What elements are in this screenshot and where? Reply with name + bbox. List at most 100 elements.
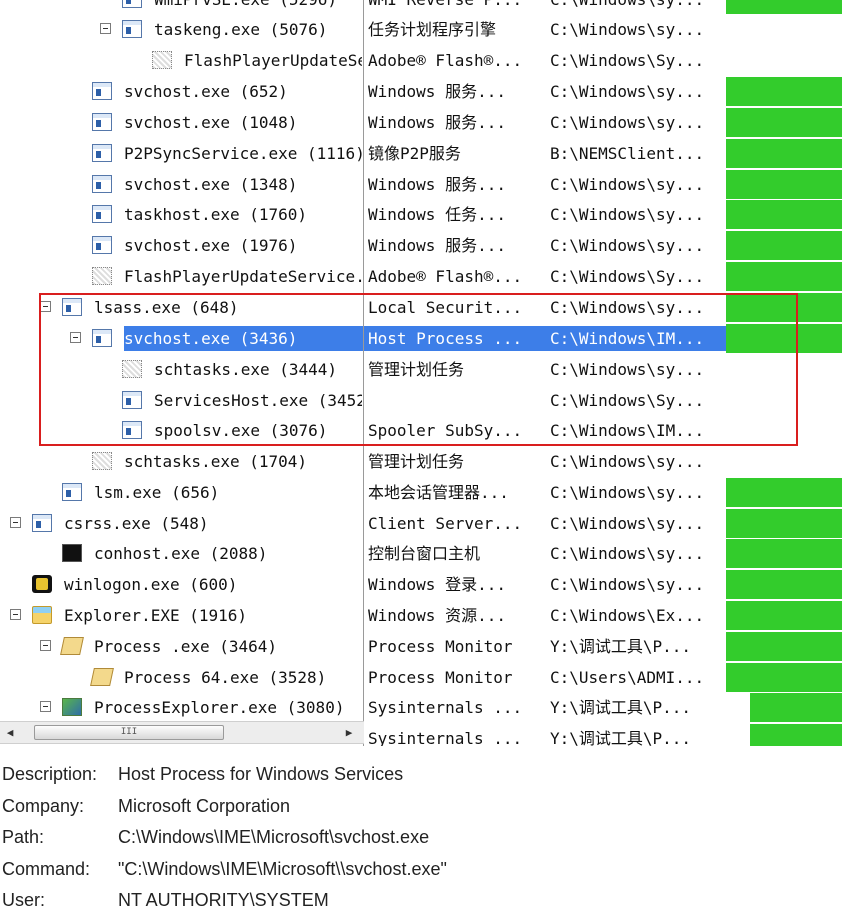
- cpu-usage-bar: [750, 724, 842, 746]
- process-row[interactable]: svchost.exe (1976) Windows 服务... C:\Window…: [0, 230, 842, 261]
- process-path: B:\NEMSClient...: [550, 144, 705, 163]
- blank-exe-icon: [152, 51, 172, 69]
- process-row[interactable]: lsm.exe (656) 本地会话管理器... C:\Windows\sy...: [0, 477, 842, 508]
- process-name: ProcessExplorer.exe (3080): [94, 698, 345, 717]
- process-description: 本地会话管理器...: [368, 483, 509, 502]
- process-path: Y:\调试工具\P...: [550, 729, 692, 746]
- process-row[interactable]: taskhost.exe (1760) Windows 任务... C:\Windo…: [0, 199, 842, 230]
- collapse-toggle-icon[interactable]: [40, 640, 51, 651]
- process-path: C:\Windows\Ex...: [550, 606, 705, 625]
- cpu-usage-bar: [726, 539, 842, 568]
- scroll-right-arrow-icon[interactable]: ▶: [342, 725, 356, 740]
- detail-label: Description:: [2, 764, 98, 784]
- exe-icon: [92, 236, 112, 254]
- exe-icon: [122, 20, 142, 38]
- detail-label: Path:: [2, 827, 45, 847]
- exe-icon: [92, 113, 112, 131]
- process-path: C:\Windows\sy...: [550, 236, 705, 255]
- scroll-grip-icon: III: [120, 727, 138, 737]
- process-path: C:\Windows\Sy...: [550, 51, 705, 70]
- process-description: Process Monitor: [368, 668, 513, 687]
- collapse-toggle-icon[interactable]: [10, 517, 21, 528]
- cpu-usage-bar: [726, 570, 842, 599]
- cpu-usage-bar: [726, 77, 842, 106]
- process-name: FlashPlayerUpdateService.exe: [124, 267, 362, 286]
- blank-exe-icon: [92, 452, 112, 470]
- process-name: Explorer.EXE (1916): [64, 606, 248, 625]
- detail-company-row: Company: Microsoft Corporation: [0, 791, 842, 822]
- process-path: C:\Users\ADMI...: [550, 668, 705, 687]
- process-path: Y:\调试工具\P...: [550, 698, 692, 717]
- process-name: taskeng.exe (5076): [154, 20, 328, 39]
- process-row[interactable]: ProcessExplorer.exe (3080) Sysinternals .…: [0, 692, 842, 723]
- collapse-toggle-icon[interactable]: [100, 23, 111, 34]
- process-row[interactable]: schtasks.exe (1704) 管理计划任务 C:\Windows\sy..…: [0, 446, 842, 477]
- collapse-toggle-icon[interactable]: [40, 701, 51, 712]
- process-description: Sysinternals ...: [368, 729, 523, 746]
- horizontal-scrollbar[interactable]: ◀ III ▶: [0, 721, 364, 744]
- blank-exe-icon: [92, 267, 112, 285]
- process-name: schtasks.exe (1704): [124, 452, 308, 471]
- process-row[interactable]: svchost.exe (652) Windows 服务... C:\Windows…: [0, 76, 842, 107]
- process-description: Windows 服务...: [368, 236, 506, 255]
- process-name: Process 64.exe (3528): [124, 668, 327, 687]
- process-row[interactable]: P2PSyncService.exe (1116) 镜像P2P服务 B:\NEMSC…: [0, 138, 842, 169]
- process-path: C:\Windows\sy...: [550, 575, 705, 594]
- process-name: Process .exe (3464): [94, 637, 278, 656]
- detail-description-value: Host Process for Windows Services: [118, 764, 404, 784]
- process-name: svchost.exe (1976): [124, 236, 298, 255]
- process-path: C:\Windows\sy...: [550, 514, 705, 533]
- cpu-usage-bar: [726, 478, 842, 507]
- process-row[interactable]: Process 64.exe (3528) Process Monitor C:\U…: [0, 662, 842, 693]
- exe-icon: [92, 144, 112, 162]
- process-row[interactable]: taskeng.exe (5076) 任务计划程序引擎 C:\Windows\sy.…: [0, 14, 842, 45]
- highlight-annotation-box: [39, 293, 798, 446]
- detail-label: Company:: [2, 796, 85, 816]
- cpu-usage-bar: [726, 509, 842, 538]
- cpu-usage-bar: [750, 693, 842, 722]
- process-path: Y:\调试工具\P...: [550, 637, 692, 656]
- process-row[interactable]: winlogon.exe (600) Windows 登录... C:\Window…: [0, 569, 842, 600]
- process-row[interactable]: Process .exe (3464) Process Monitor Y:\调试工…: [0, 631, 842, 662]
- process-description: Process Monitor: [368, 637, 513, 656]
- cpu-usage-bar: [726, 200, 842, 229]
- process-name: svchost.exe (1348): [124, 175, 298, 194]
- scroll-left-arrow-icon[interactable]: ◀: [3, 725, 17, 740]
- cmd-icon: [62, 544, 82, 562]
- detail-command-row: Command: "C:\Windows\IME\Microsoft\\svch…: [0, 854, 842, 885]
- detail-description-row: Description: Host Process for Windows Se…: [0, 759, 842, 790]
- cpu-usage-bar: [726, 663, 842, 692]
- process-path: C:\Windows\sy...: [550, 205, 705, 224]
- process-row[interactable]: csrss.exe (548) Client Server... C:\Window…: [0, 508, 842, 539]
- process-row[interactable]: WmiPrvSE.exe (5296) WMI Reverse P... C:\Wi…: [0, 0, 842, 15]
- process-details-panel: Description: Host Process for Windows Se…: [0, 756, 842, 916]
- detail-path-value: C:\Windows\IME\Microsoft\svchost.exe: [118, 827, 430, 847]
- process-path: C:\Windows\sy...: [550, 82, 705, 101]
- detail-user-value: NT AUTHORITY\SYSTEM: [118, 890, 329, 910]
- process-row[interactable]: svchost.exe (1048) Windows 服务... C:\Window…: [0, 107, 842, 138]
- process-description: 任务计划程序引擎: [368, 20, 497, 39]
- process-name: conhost.exe (2088): [94, 544, 268, 563]
- process-description: Adobe® Flash®...: [368, 267, 523, 286]
- process-path: C:\Windows\sy...: [550, 544, 705, 563]
- scroll-thumb[interactable]: III: [34, 725, 224, 740]
- process-row[interactable]: svchost.exe (1348) Windows 服务... C:\Window…: [0, 169, 842, 200]
- detail-command-value: "C:\Windows\IME\Microsoft\\svchost.exe": [118, 859, 447, 879]
- process-row[interactable]: conhost.exe (2088) 控制台窗口主机 C:\Windows\sy..…: [0, 538, 842, 569]
- process-description: 管理计划任务: [368, 452, 465, 471]
- process-row[interactable]: Explorer.EXE (1916) Windows 资源... C:\Windo…: [0, 600, 842, 631]
- collapse-toggle-icon[interactable]: [10, 609, 21, 620]
- process-row[interactable]: FlashPlayerUpdateService.exe Adobe® Flash…: [0, 45, 842, 76]
- process-name: csrss.exe (548): [64, 514, 209, 533]
- process-name: winlogon.exe (600): [64, 575, 238, 594]
- process-row[interactable]: FlashPlayerUpdateService.exe Adobe® Flash…: [0, 261, 842, 292]
- process-tree[interactable]: WmiPrvSE.exe (5296) WMI Reverse P... C:\Wi…: [0, 0, 842, 746]
- detail-company-value: Microsoft Corporation: [118, 796, 291, 816]
- process-description: Windows 服务...: [368, 175, 506, 194]
- process-description: Windows 登录...: [368, 575, 506, 594]
- procmon-icon: [60, 637, 84, 655]
- process-name: P2PSyncService.exe (1116): [124, 144, 362, 163]
- detail-label: User:: [2, 890, 46, 910]
- process-description: Client Server...: [368, 514, 523, 533]
- folder-icon: [32, 606, 52, 624]
